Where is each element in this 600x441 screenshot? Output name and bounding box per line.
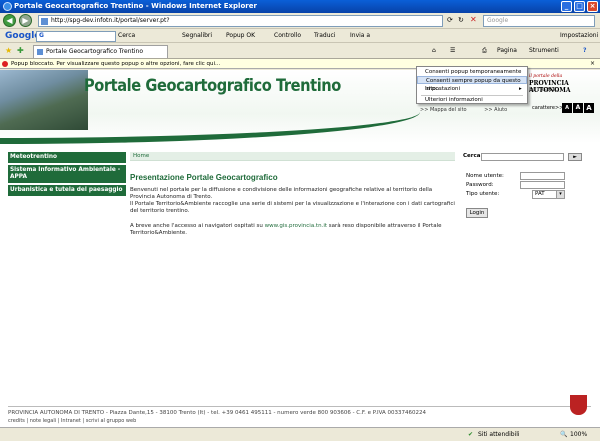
logo-line1: il portale della [529, 74, 563, 79]
submenu-arrow-icon: ▸ [519, 86, 522, 92]
tipo-utente-label: Tipo utente: [466, 191, 500, 197]
invia-button[interactable]: Invia a [350, 31, 370, 41]
status-bar: ✔ Siti attendibili 🔍 100% [0, 427, 600, 441]
zoom-level[interactable]: 100% [570, 428, 587, 441]
utility-links: >> Mappa del sito >> Aiuto [420, 107, 507, 113]
tab-title: Portale Geocartografico Trentino [46, 48, 144, 55]
navigatori-text-a: A breve anche l'accesso ai navigatori os… [130, 223, 265, 229]
address-toolbar: ◀ ▶ http://spg-dev.infotn.it/portal/serv… [0, 13, 600, 29]
tipo-utente-select[interactable]: PAT ▾ [532, 190, 565, 199]
popup-ok-button[interactable]: Popup OK [226, 31, 255, 41]
password-label: Password: [466, 182, 494, 188]
pagina-menu[interactable]: Pagina [497, 47, 517, 54]
stop-icon[interactable]: ✕ [470, 15, 477, 24]
intro-paragraph: Benvenuti nel portale per la diffusione … [130, 187, 433, 200]
reload-icon[interactable]: ↻ [458, 16, 464, 24]
page-content: Portale Geocartografico Trentino il port… [0, 70, 600, 427]
breadcrumb: Home [130, 152, 455, 161]
sidebar: Meteotrentino Sistema Informativo Ambien… [8, 152, 126, 198]
infobar-close-icon[interactable]: × [590, 59, 595, 69]
address-input[interactable]: http://spg-dev.infotn.it/portal/server.p… [38, 15, 443, 27]
search-input[interactable]: Google [483, 15, 595, 27]
page-title: Presentazione Portale Geocartografico [130, 173, 278, 182]
refresh-icon[interactable]: ⟳ [447, 16, 453, 24]
site-search-button[interactable]: ► [568, 153, 582, 161]
back-icon[interactable]: ◀ [3, 14, 16, 27]
home-icon[interactable]: ⌂ [432, 47, 436, 54]
site-search-input[interactable] [481, 153, 564, 161]
google-g-icon: G [39, 32, 44, 39]
site-title: Portale Geocartografico Trentino [84, 76, 341, 96]
popup-options-menu: Consenti popup temporaneamente Consenti … [416, 66, 528, 104]
minimize-button[interactable]: _ [561, 1, 572, 12]
address-url: http://spg-dev.infotn.it/portal/server.p… [51, 17, 170, 24]
provincia-logo[interactable]: il portale della PROVINCIA AUTONOMA DI T… [525, 74, 595, 98]
window-titlebar: Portale Geocartografico Trentino - Windo… [0, 0, 600, 13]
shield-icon [2, 61, 8, 67]
chevron-down-icon: ▾ [556, 191, 564, 198]
coat-of-arms-icon [570, 395, 587, 415]
cerca-button[interactable]: Cerca [118, 31, 135, 41]
window-title: Portale Geocartografico Trentino - Windo… [14, 2, 257, 10]
maximize-button[interactable]: □ [574, 1, 585, 12]
close-button[interactable]: × [587, 1, 598, 12]
font-small-button[interactable]: A [562, 103, 572, 113]
google-search-input[interactable]: G [36, 31, 116, 42]
tipo-utente-value: PAT [535, 191, 545, 197]
menu-item-allow-always[interactable]: Consenti sempre popup da questo sito... [417, 76, 527, 92]
controllo-button[interactable]: Controllo [274, 31, 301, 41]
logo-line3: DI TRENTO [529, 87, 560, 93]
feeds-icon[interactable]: ☰ [450, 47, 455, 54]
favorites-star-icon[interactable]: ★ [5, 46, 12, 55]
navigatori-paragraph: A breve anche l'accesso ai navigatori os… [130, 223, 455, 237]
mappa-sito-link[interactable]: >> Mappa del sito [420, 107, 467, 113]
footer-links[interactable]: credits | note legali | Intranet | scriv… [8, 418, 136, 424]
font-medium-button[interactable]: A [573, 103, 583, 113]
impostazioni-button[interactable]: Impostazioni [560, 31, 598, 41]
tab-toolbar: ★ ✚ Portale Geocartografico Trentino ⌂ ☰… [0, 43, 600, 59]
login-button[interactable]: Login [466, 208, 488, 218]
sistemi-paragraph: Il Portale Territorio&Ambiente raccoglie… [130, 201, 455, 214]
help-icon[interactable]: ? [583, 47, 586, 54]
footer-address: PROVINCIA AUTONOMA DI TRENTO - Piazza Da… [8, 406, 591, 416]
menu-item-more-info[interactable]: Ulteriori informazioni [417, 96, 527, 104]
strumenti-menu[interactable]: Strumenti [529, 47, 559, 54]
banner-curve [0, 112, 420, 144]
gis-link[interactable]: www.gis.provincia.tn.it [265, 223, 327, 229]
security-zone: Siti attendibili [478, 431, 520, 438]
username-label: Nome utente: [466, 173, 504, 179]
cerca-label: Cerca: [463, 153, 483, 159]
google-toolbar: Google G Cerca Segnalibri Popup OK Contr… [0, 29, 600, 43]
breadcrumb-home[interactable]: Home [133, 153, 149, 159]
username-input[interactable] [520, 172, 565, 180]
add-favorite-icon[interactable]: ✚ [17, 46, 24, 55]
menu-item-allow-temp[interactable]: Consenti popup temporaneamente [417, 68, 527, 76]
print-icon[interactable]: ⎙ [482, 47, 487, 55]
segnalibri-button[interactable]: Segnalibri [182, 31, 212, 41]
sidebar-item-meteotrentino[interactable]: Meteotrentino [8, 152, 126, 164]
traduci-button[interactable]: Traduci [314, 31, 336, 41]
page-icon [37, 49, 43, 55]
tab-current[interactable]: Portale Geocartografico Trentino [33, 45, 168, 58]
menu-item-settings[interactable]: Impostazioni [417, 85, 527, 93]
infobar-text: Popup bloccato. Per visualizzare questo … [11, 61, 221, 67]
sidebar-item-urbanistica[interactable]: Urbanistica e tutela del paesaggio [8, 185, 126, 197]
sidebar-item-appa[interactable]: Sistema Informativo Ambientale - APPA [8, 165, 126, 184]
password-input[interactable] [520, 181, 565, 189]
ie-logo-icon [3, 2, 12, 11]
carattere-label: carattere>> [532, 105, 564, 111]
aiuto-link[interactable]: >> Aiuto [484, 107, 507, 113]
trusted-zone-icon: ✔ [468, 431, 474, 438]
forward-icon[interactable]: ▶ [19, 14, 32, 27]
zoom-icon[interactable]: 🔍 [560, 428, 567, 441]
font-large-button[interactable]: A [584, 103, 594, 113]
page-icon [41, 18, 48, 25]
